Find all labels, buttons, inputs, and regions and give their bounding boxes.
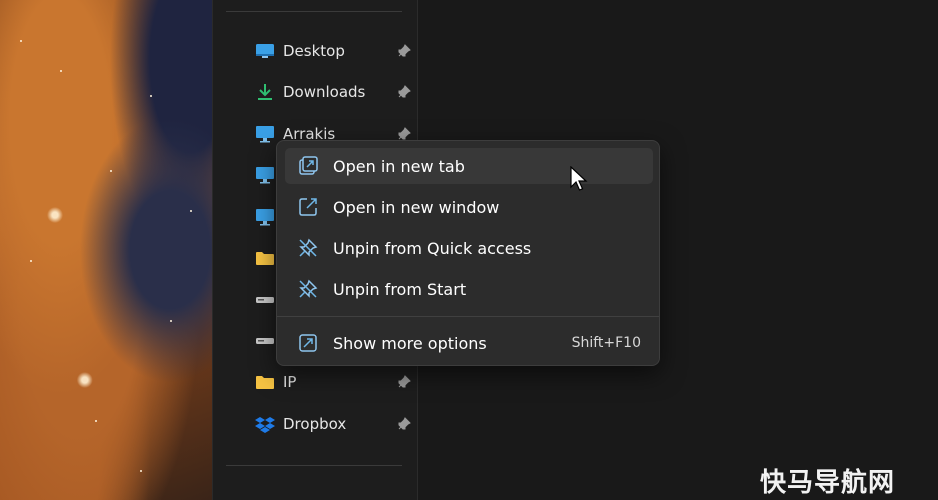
new-tab-icon [297, 155, 319, 177]
drive-icon [255, 332, 275, 350]
unpin-icon [297, 237, 319, 259]
more-options-icon [297, 332, 319, 354]
pin-icon [397, 417, 411, 431]
unpin-icon [297, 278, 319, 300]
context-menu: Open in new tab Open in new window Unpin… [276, 140, 660, 366]
nav-item-label: Downloads [283, 83, 366, 101]
pin-icon [397, 375, 411, 389]
menu-item-label: Unpin from Quick access [333, 238, 532, 258]
menu-item-unpin-start[interactable]: Unpin from Start [285, 271, 653, 307]
menu-separator [277, 316, 659, 317]
menu-item-label: Unpin from Start [333, 279, 467, 299]
nav-item-dropbox[interactable]: Dropbox [255, 411, 415, 437]
nav-item-label: IP [283, 373, 297, 391]
nav-item-desktop[interactable]: Desktop [255, 38, 415, 64]
menu-item-show-more-options[interactable]: Show more options Shift+F10 [285, 325, 653, 361]
folder-icon [255, 373, 275, 391]
keyboard-shortcut: Shift+F10 [571, 335, 641, 351]
menu-item-label: Open in new window [333, 197, 500, 217]
menu-item-open-new-tab[interactable]: Open in new tab [285, 148, 653, 184]
nav-item-label: Dropbox [283, 415, 347, 433]
pin-icon [397, 44, 411, 58]
menu-item-unpin-quick-access[interactable]: Unpin from Quick access [285, 230, 653, 266]
desktop-wallpaper [0, 0, 212, 500]
download-icon [255, 83, 275, 101]
nav-item-downloads[interactable]: Downloads [255, 79, 415, 105]
drive-icon [255, 291, 275, 309]
menu-item-label: Show more options [333, 333, 487, 353]
nav-divider-top [226, 11, 402, 12]
new-window-icon [297, 196, 319, 218]
nav-divider-bottom [226, 465, 402, 466]
mouse-cursor-icon [570, 166, 588, 191]
nav-item-label: Desktop [283, 42, 345, 60]
menu-item-label: Open in new tab [333, 156, 465, 176]
monitor-icon [255, 166, 275, 184]
watermark-text: 快马导航网 [760, 468, 896, 498]
monitor-icon [255, 208, 275, 226]
nav-item-ip[interactable]: IP [255, 369, 415, 395]
monitor-icon [255, 125, 275, 143]
pin-icon [397, 127, 411, 141]
dropbox-icon [255, 415, 275, 433]
folder-icon [255, 249, 275, 267]
pin-icon [397, 85, 411, 99]
menu-item-open-new-window[interactable]: Open in new window [285, 189, 653, 225]
desktop-icon [255, 42, 275, 60]
